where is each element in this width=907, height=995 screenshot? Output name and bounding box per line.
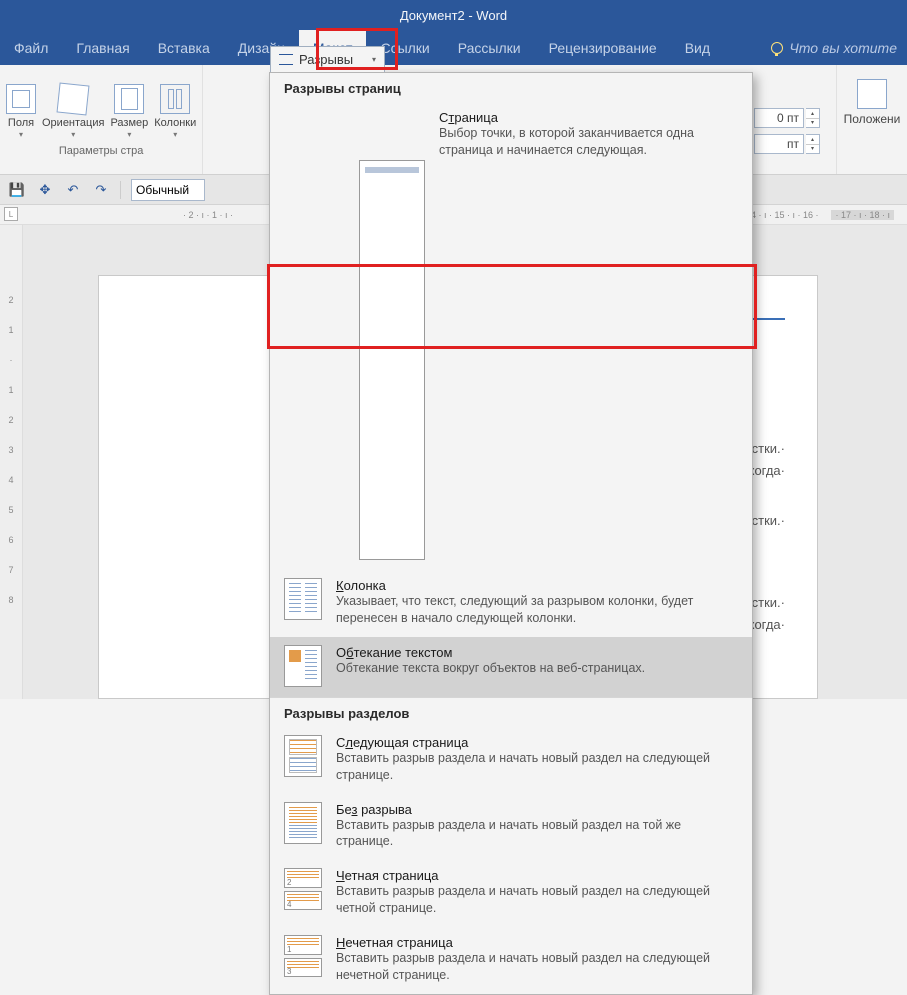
item-title: Обтекание текстом (336, 645, 645, 660)
chevron-down-icon: ▾ (19, 130, 23, 139)
columns-label: Колонки (154, 117, 196, 129)
odd-page-icon (284, 935, 322, 977)
break-text-wrapping[interactable]: Обтекание текстом Обтекание текста вокру… (270, 637, 752, 697)
spacing-before-value: 0 пт (754, 108, 804, 128)
position-button[interactable]: Положени (844, 77, 901, 128)
item-title: Четная страница (336, 868, 736, 883)
breaks-icon (279, 54, 293, 65)
section-break-odd-page[interactable]: Нечетная страница Вставить разрыв раздел… (270, 927, 752, 994)
spacing-after-spinner[interactable]: пт ▴▾ (754, 134, 820, 154)
stepper-icon[interactable]: ▴▾ (806, 108, 820, 128)
tab-insert[interactable]: Вставка (144, 30, 224, 65)
tab-home[interactable]: Главная (62, 30, 143, 65)
column-break-icon (284, 578, 322, 620)
continuous-icon (284, 802, 322, 844)
item-desc: Вставить разрыв раздела и начать новый р… (336, 817, 736, 851)
item-title: Страница (439, 110, 738, 125)
item-desc: Вставить разрыв раздела и начать новый р… (336, 950, 736, 984)
section-section-breaks: Разрывы разделов (270, 698, 752, 727)
chevron-down-icon: ▾ (173, 130, 177, 139)
orientation-label: Ориентация (42, 117, 104, 129)
window-title: Документ2 - Word (400, 8, 507, 23)
item-desc: Указывает, что текст, следующий за разры… (336, 593, 736, 627)
item-title: Нечетная страница (336, 935, 736, 950)
tab-stop-indicator[interactable]: L (4, 207, 18, 221)
group-arrange: Положени (837, 65, 907, 174)
breaks-label: Разрывы (299, 52, 353, 67)
undo-icon[interactable]: ↶ (64, 181, 82, 199)
section-page-breaks: Разрывы страниц (270, 73, 752, 102)
ruler-tick: · 17 · ı · 18 · ı (831, 210, 894, 220)
vertical-ruler[interactable]: 21· 123 456 78 (0, 225, 23, 699)
chevron-down-icon: ▾ (372, 55, 376, 64)
style-selector[interactable] (131, 179, 205, 201)
spacing-before-spinner[interactable]: 0 пт ▴▾ (754, 108, 820, 128)
section-break-even-page[interactable]: Четная страница Вставить разрыв раздела … (270, 860, 752, 927)
even-page-icon (284, 868, 322, 910)
break-page[interactable]: Страница Выбор точки, в которой заканчив… (270, 102, 752, 570)
item-title: Следующая страница (336, 735, 736, 750)
break-column[interactable]: Колонка Указывает, что текст, следующий … (270, 570, 752, 637)
columns-button[interactable]: Колонки ▾ (154, 82, 196, 141)
margins-button[interactable]: Поля ▾ (6, 82, 36, 141)
page-setup-label: Параметры стра (59, 145, 143, 157)
ribbon-tabs: Файл Главная Вставка Дизайн Макет Ссылки… (0, 30, 907, 65)
columns-icon (160, 84, 190, 114)
position-label: Положени (844, 112, 901, 126)
chevron-down-icon: ▾ (127, 130, 131, 139)
chevron-down-icon: ▾ (71, 130, 75, 139)
tell-me-placeholder: Что вы хотите (789, 40, 897, 56)
item-desc: Вставить разрыв раздела и начать новый р… (336, 883, 736, 917)
item-title: Колонка (336, 578, 736, 593)
redo-icon[interactable]: ↷ (92, 181, 110, 199)
item-desc: Вставить разрыв раздела и начать новый р… (336, 750, 736, 784)
orientation-button[interactable]: Ориентация ▾ (42, 82, 104, 141)
lightbulb-icon (771, 42, 783, 54)
breaks-button[interactable]: Разрывы ▾ (270, 46, 385, 72)
breaks-dropdown: Разрывы ▾ Разрывы страниц Страница Выбор… (269, 72, 753, 995)
page-break-icon (359, 160, 425, 560)
item-title: Без разрыва (336, 802, 736, 817)
stepper-icon[interactable]: ▴▾ (806, 134, 820, 154)
section-break-next-page[interactable]: Следующая страница Вставить разрыв разде… (270, 727, 752, 794)
group-page-setup: Поля ▾ Ориентация ▾ Размер ▾ Колонки ▾ П… (0, 65, 203, 174)
size-icon (114, 84, 144, 114)
margins-icon (6, 84, 36, 114)
tell-me-search[interactable]: Что вы хотите (761, 30, 907, 65)
next-page-icon (284, 735, 322, 777)
ruler-tick: · 2 · ı · 1 · ı · (183, 210, 233, 220)
text-wrap-icon (284, 645, 322, 687)
tab-file[interactable]: Файл (0, 30, 62, 65)
item-desc: Обтекание текста вокруг объектов на веб-… (336, 660, 645, 677)
divider (120, 181, 121, 199)
size-label: Размер (110, 117, 148, 129)
item-desc: Выбор точки, в которой заканчивается одн… (439, 125, 738, 159)
margins-label: Поля (8, 117, 34, 129)
tab-view[interactable]: Вид (671, 30, 724, 65)
tab-review[interactable]: Рецензирование (535, 30, 671, 65)
spacing-after-value: пт (754, 134, 804, 154)
save-icon[interactable]: 💾 (8, 181, 26, 199)
orientation-icon (57, 83, 90, 116)
position-icon (857, 79, 887, 109)
size-button[interactable]: Размер ▾ (110, 82, 148, 141)
section-break-continuous[interactable]: Без разрыва Вставить разрыв раздела и на… (270, 794, 752, 861)
touch-mode-icon[interactable]: ✥ (36, 181, 54, 199)
tab-mailings[interactable]: Рассылки (444, 30, 535, 65)
title-bar: Документ2 - Word (0, 0, 907, 30)
